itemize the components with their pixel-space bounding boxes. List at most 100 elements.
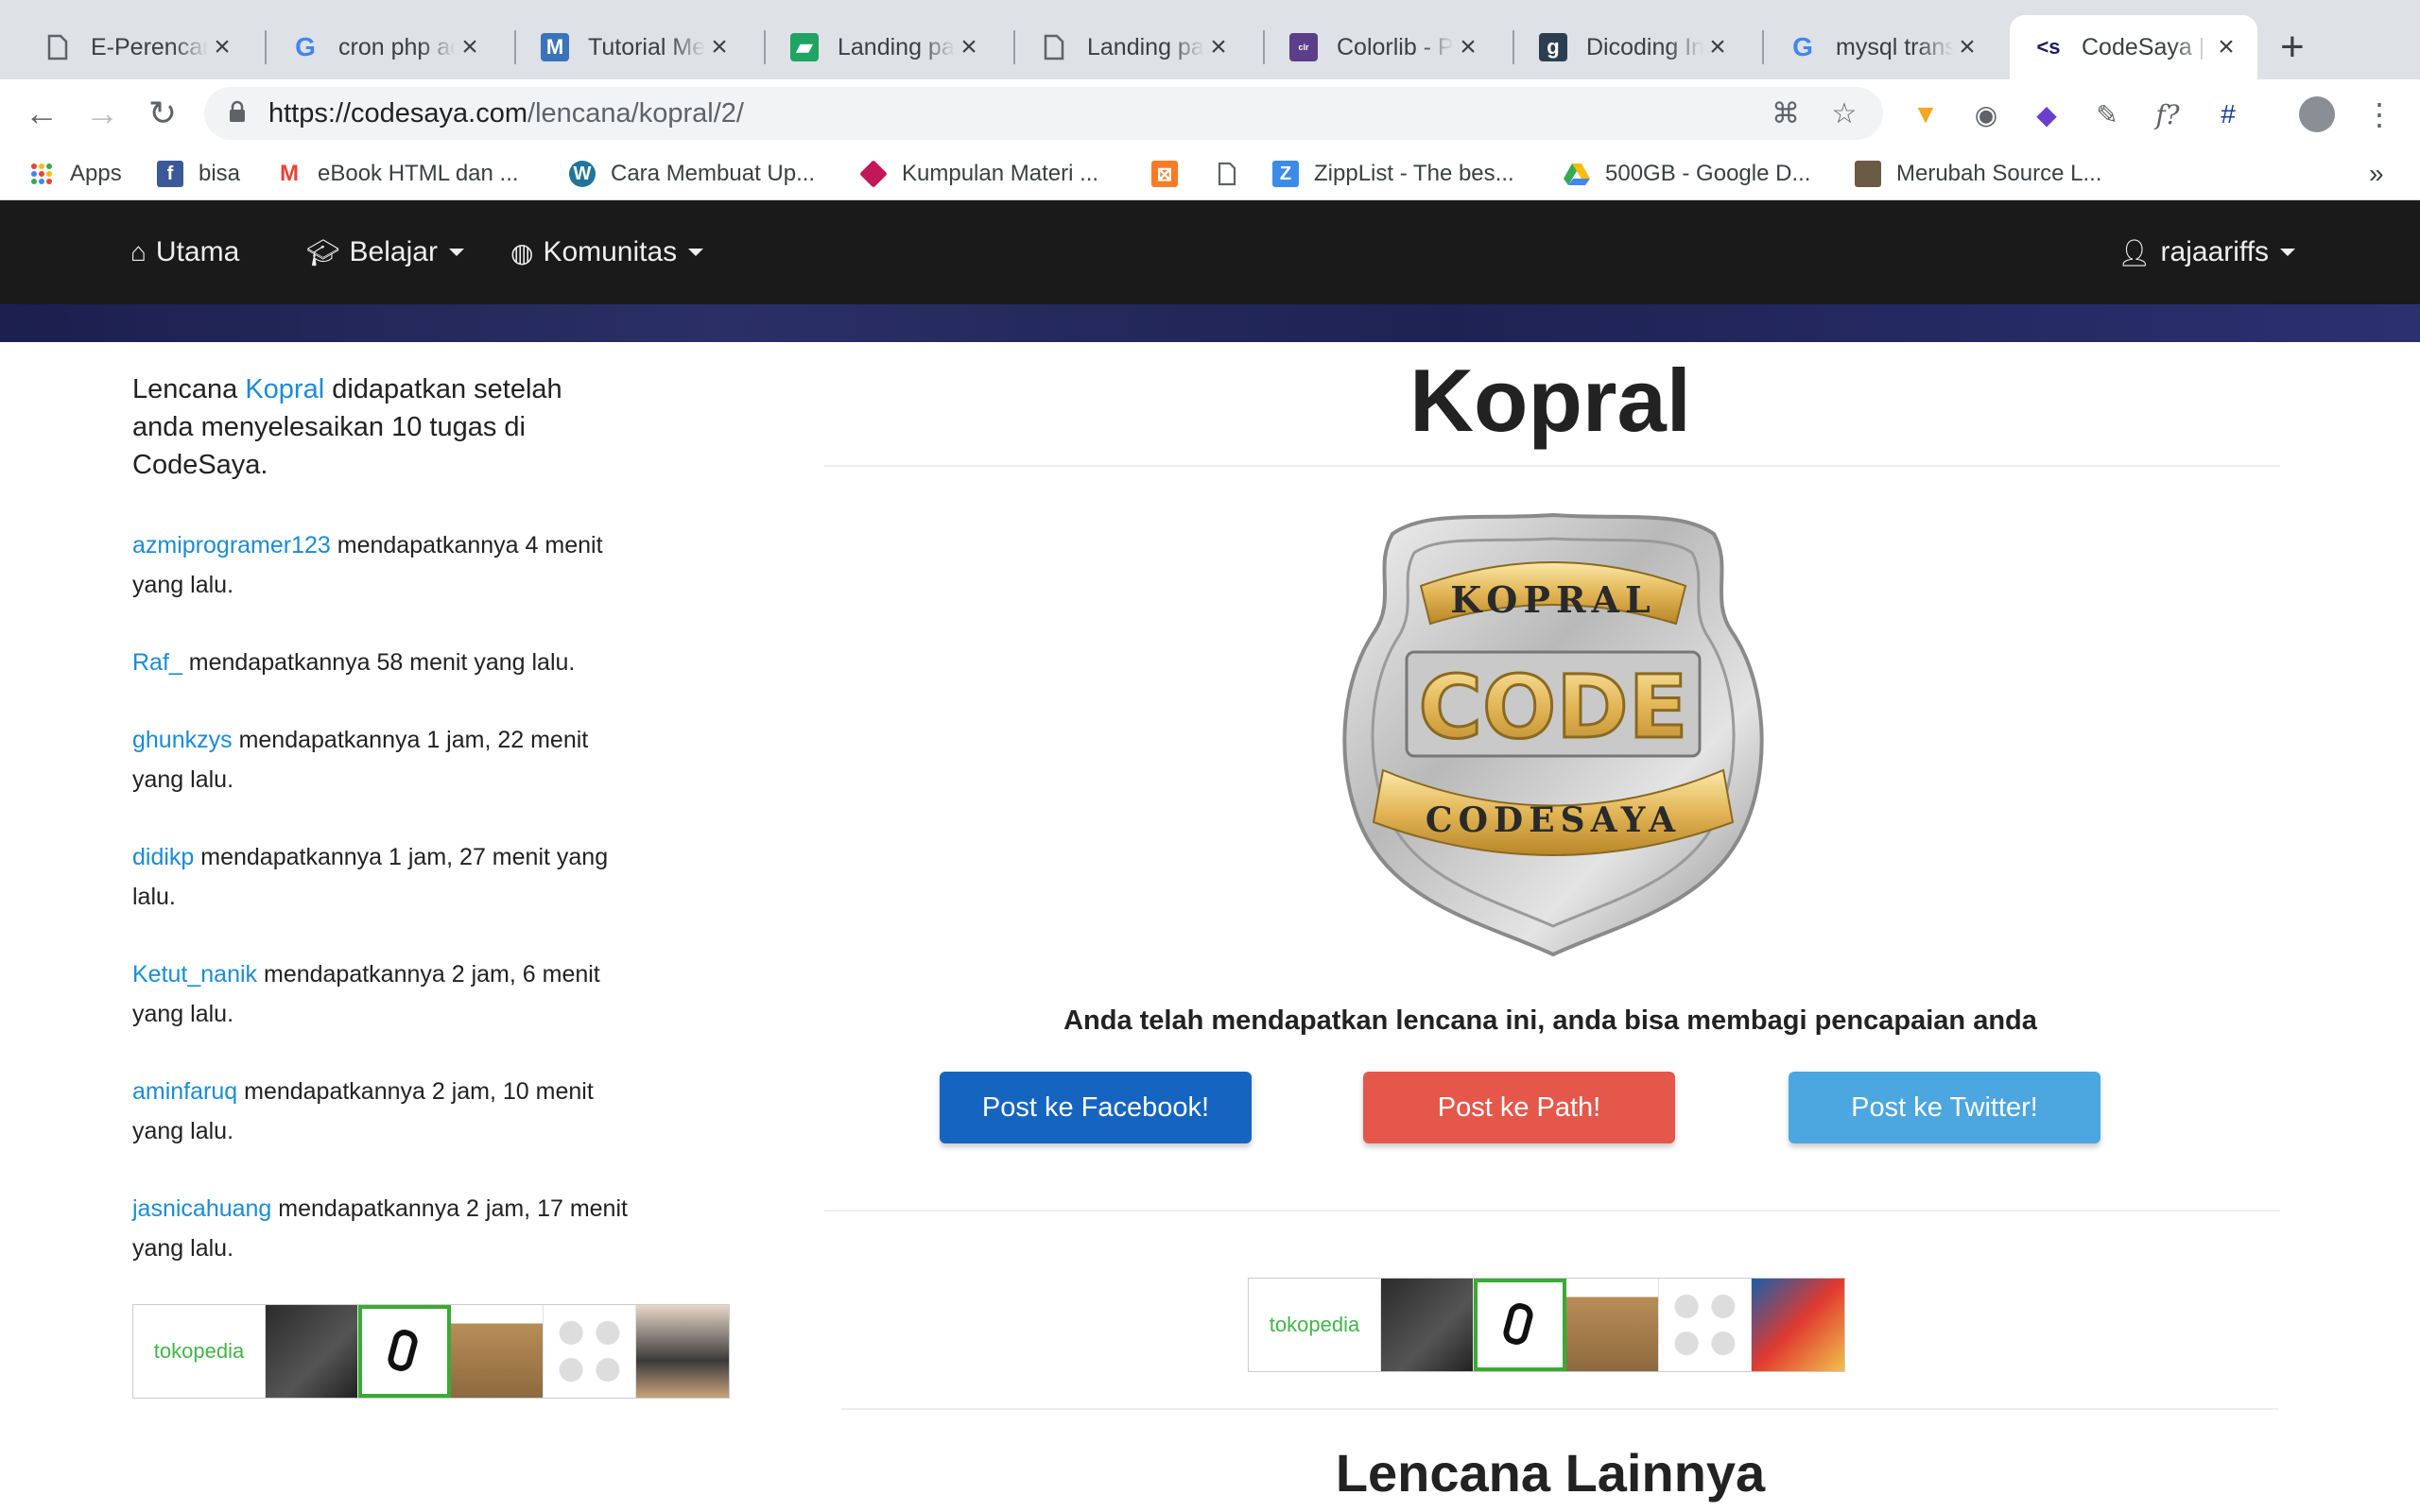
back-icon[interactable]: ←	[21, 93, 62, 134]
eyedropper-icon[interactable]: ✎	[2091, 98, 2123, 130]
new-tab-icon[interactable]: +	[2280, 26, 2305, 68]
user-link[interactable]: azmiprogramer123	[132, 532, 331, 558]
caret-down-icon	[688, 249, 704, 256]
close-icon[interactable]: ×	[2212, 31, 2240, 63]
crop-icon[interactable]: #	[2212, 98, 2244, 130]
user-link[interactable]: didikp	[132, 844, 194, 870]
list-item: azmiprogramer123 mendapatkannya 4 menit …	[132, 525, 643, 605]
list-item: didikp mendapatkannya 1 jam, 27 menit ya…	[132, 837, 643, 917]
document-icon	[1040, 33, 1068, 61]
nav-community-dropdown[interactable]: ◍ Komunitas	[510, 236, 704, 268]
address-bar[interactable]: https://codesaya.com/lencana/kopral/2/ ⌘…	[204, 87, 1883, 140]
document-icon	[1214, 161, 1240, 187]
nav-community-label: Komunitas	[543, 236, 678, 267]
zipplist-icon: Z	[1272, 161, 1299, 187]
lock-icon	[230, 100, 245, 122]
ad-product-phone[interactable]	[266, 1305, 358, 1398]
bookmark-google-drive[interactable]: 500GB - Google D...	[1564, 157, 1810, 191]
camera-icon[interactable]: ◉	[1970, 98, 2002, 130]
forward-icon[interactable]: →	[81, 93, 123, 134]
user-link[interactable]: ghunkzys	[132, 727, 233, 753]
nav-home[interactable]: ⌂ Utama	[130, 236, 239, 268]
close-icon[interactable]: ×	[208, 31, 236, 63]
close-icon[interactable]: ×	[456, 31, 484, 63]
tokopedia-ad-banner[interactable]: tokopedia	[132, 1304, 730, 1399]
ad-product-board[interactable]	[1752, 1279, 1844, 1371]
bookmark-kumpulan-materi[interactable]: Kumpulan Materi ...	[859, 157, 1099, 191]
translate-icon[interactable]: ⌘	[1770, 98, 1802, 130]
tab-codesaya[interactable]: <s CodeSaya | Kopral ×	[2010, 15, 2257, 79]
tab-landing-page-1[interactable]: ▰ Landing page ×	[766, 15, 1000, 79]
share-path-button[interactable]: Post ke Path!	[1363, 1072, 1675, 1143]
bookmark-bisa[interactable]: f bisa	[157, 157, 240, 191]
bookmark-merubah-source[interactable]: Merubah Source L...	[1855, 157, 2101, 191]
extension-bookmark-icon[interactable]: ▼	[1910, 98, 1942, 130]
close-icon[interactable]: ×	[1953, 31, 1981, 63]
tab-tutorial[interactable]: M Tutorial Membuat ×	[516, 15, 751, 79]
bookmark-apps[interactable]: Apps	[28, 157, 122, 191]
image-thumbnail-icon	[1855, 161, 1881, 187]
divider	[841, 1408, 2278, 1410]
tab-e-perencanaan[interactable]: E-Perencanaan ×	[19, 15, 253, 79]
menu-icon[interactable]: ⋮	[2363, 97, 2395, 131]
tab-title: Landing page	[1087, 33, 1204, 60]
tab-landing-page-2[interactable]: Landing page ×	[1015, 15, 1250, 79]
diamond-icon	[859, 160, 888, 188]
bookmark-ebook[interactable]: M eBook HTML dan ...	[276, 157, 519, 191]
ad-product-kids[interactable]	[636, 1305, 729, 1398]
m-logo-icon: M	[541, 33, 569, 61]
ad-product-box[interactable]	[451, 1305, 544, 1398]
facebook-icon: f	[157, 161, 183, 187]
kopral-badge-image: KOPRAL CODE CODESAYA	[1342, 512, 1764, 957]
badge-bottom-text: CODESAYA	[1426, 800, 1681, 840]
list-item: aminfaruq mendapatkannya 2 jam, 10 menit…	[132, 1072, 643, 1151]
ad-product-box[interactable]	[1566, 1279, 1659, 1371]
divider	[824, 1210, 2280, 1211]
xampp-icon: ⊠	[1151, 161, 1178, 187]
star-icon[interactable]: ☆	[1828, 98, 1860, 130]
tab-mysql[interactable]: G mysql transaction ×	[1764, 15, 1998, 79]
user-link[interactable]: Ketut_nanik	[132, 961, 257, 988]
ad-product-band[interactable]	[358, 1305, 451, 1398]
nav-user-dropdown[interactable]: 👤︎ rajaariffs	[2118, 236, 2296, 268]
graduation-cap-icon: 🎓︎	[306, 237, 340, 267]
ad-product-phone[interactable]	[1381, 1279, 1474, 1371]
close-icon[interactable]: ×	[955, 31, 983, 63]
bookmarks-overflow-button[interactable]: »	[2369, 157, 2384, 191]
profile-avatar[interactable]	[2299, 96, 2335, 132]
cube-extension-icon[interactable]: ◆	[2031, 98, 2063, 130]
bookmark-zipplist[interactable]: Z ZippList - The bes...	[1272, 157, 1514, 191]
bookmark-label: Kumpulan Materi ...	[902, 161, 1099, 186]
bookmark-label: bisa	[199, 161, 241, 186]
bookmark-page[interactable]	[1214, 157, 1255, 191]
tab-title: E-Perencanaan	[91, 33, 208, 60]
user-link[interactable]: jasnicahuang	[132, 1195, 271, 1222]
reload-icon[interactable]: ↻	[142, 93, 183, 134]
ad-product-bowls[interactable]	[544, 1305, 636, 1398]
google-icon: G	[295, 32, 316, 61]
font-extension-icon[interactable]: f?	[2152, 98, 2184, 130]
nav-learn-dropdown[interactable]: 🎓︎ Belajar	[306, 236, 464, 268]
tokopedia-ad-banner[interactable]: tokopedia	[1248, 1278, 1845, 1372]
home-icon: ⌂	[130, 237, 147, 266]
user-link[interactable]: Raf_	[132, 649, 182, 676]
ad-product-bowls[interactable]	[1659, 1279, 1752, 1371]
tab-cron-php[interactable]: G cron php adalah ×	[267, 15, 501, 79]
tab-title: Colorlib - Premium	[1337, 33, 1454, 60]
close-icon[interactable]: ×	[1204, 31, 1233, 63]
badge-link[interactable]: Kopral	[245, 374, 324, 404]
user-link[interactable]: aminfaruq	[132, 1078, 237, 1105]
share-twitter-button[interactable]: Post ke Twitter!	[1789, 1072, 2100, 1143]
tab-colorlib[interactable]: clr Colorlib - Premium ×	[1265, 15, 1499, 79]
bookmark-cara-membuat[interactable]: W Cara Membuat Up...	[569, 157, 815, 191]
bookmark-xampp[interactable]: ⊠	[1151, 157, 1193, 191]
close-icon[interactable]: ×	[1454, 31, 1482, 63]
site-navbar: ⌂ Utama 🎓︎ Belajar ◍ Komunitas 👤︎ rajaar…	[0, 200, 2420, 304]
share-facebook-button[interactable]: Post ke Facebook!	[940, 1072, 1252, 1143]
ad-product-band[interactable]	[1474, 1279, 1566, 1371]
tab-dicoding[interactable]: g Dicoding Indonesia ×	[1514, 15, 1749, 79]
close-icon[interactable]: ×	[1703, 31, 1732, 63]
document-icon	[43, 33, 72, 61]
earned-time: mendapatkannya 58 menit yang lalu.	[182, 649, 576, 676]
close-icon[interactable]: ×	[705, 31, 734, 63]
